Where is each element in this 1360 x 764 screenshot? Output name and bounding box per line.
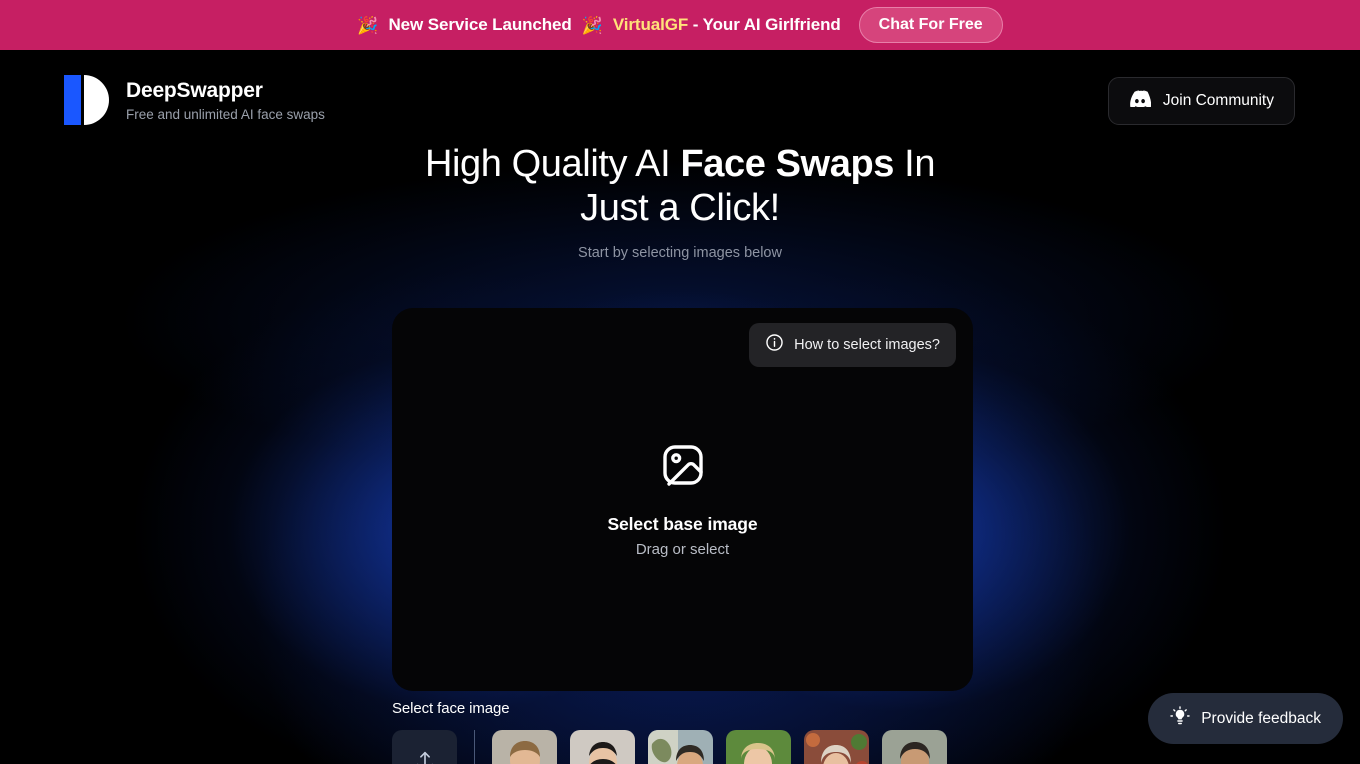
hero-subtitle: Start by selecting images below bbox=[578, 244, 782, 261]
how-to-select-images-label: How to select images? bbox=[794, 337, 940, 353]
deepswapper-logo-icon bbox=[64, 73, 110, 127]
face-thumb-5[interactable] bbox=[804, 730, 869, 764]
promo-text-after: - Your AI Girlfriend bbox=[692, 15, 841, 34]
face-thumbnail-list bbox=[392, 730, 947, 764]
chat-for-free-button[interactable]: Chat For Free bbox=[858, 7, 1003, 43]
logo-text: DeepSwapper Free and unlimited AI face s… bbox=[126, 78, 325, 121]
face-thumb-3[interactable] bbox=[648, 730, 713, 764]
brand-tagline: Free and unlimited AI face swaps bbox=[126, 106, 325, 122]
party-popper-icon-2: 🎉 bbox=[581, 15, 603, 35]
promo-brand-line: VirtualGF - Your AI Girlfriend bbox=[613, 15, 841, 35]
provide-feedback-button[interactable]: Provide feedback bbox=[1148, 693, 1343, 744]
face-thumb-1[interactable] bbox=[492, 730, 557, 764]
site-header: DeepSwapper Free and unlimited AI face s… bbox=[0, 50, 1360, 150]
lightbulb-icon bbox=[1170, 706, 1190, 731]
face-thumb-4[interactable] bbox=[726, 730, 791, 764]
promo-brand: VirtualGF bbox=[612, 15, 689, 34]
upload-face-tile[interactable] bbox=[392, 730, 457, 764]
image-placeholder-icon bbox=[659, 441, 707, 494]
face-thumb-2[interactable] bbox=[570, 730, 635, 764]
face-thumb-6[interactable] bbox=[882, 730, 947, 764]
base-image-dropzone-card[interactable]: Select base image Drag or select How to … bbox=[392, 308, 973, 691]
face-image-section: Select face image bbox=[392, 700, 947, 764]
hero-section: High Quality AI Face Swaps In Just a Cli… bbox=[0, 142, 1360, 261]
party-popper-icon: 🎉 bbox=[357, 15, 379, 35]
select-face-image-label: Select face image bbox=[392, 700, 510, 717]
provide-feedback-label: Provide feedback bbox=[1201, 709, 1321, 727]
page-title: High Quality AI Face Swaps In Just a Cli… bbox=[415, 142, 945, 231]
logo-d-shape bbox=[84, 75, 109, 125]
brand-name: DeepSwapper bbox=[126, 79, 263, 103]
upload-icon bbox=[414, 749, 436, 764]
thumbnail-divider bbox=[474, 730, 475, 764]
promo-text-before: New Service Launched bbox=[388, 15, 572, 34]
how-to-select-images-button[interactable]: How to select images? bbox=[749, 323, 956, 367]
logo[interactable]: DeepSwapper Free and unlimited AI face s… bbox=[64, 73, 325, 127]
info-circle-icon bbox=[765, 333, 784, 357]
page-root: 🎉 New Service Launched 🎉 VirtualGF - You… bbox=[0, 0, 1360, 764]
dropzone-title: Select base image bbox=[607, 514, 758, 534]
dropzone-hint: Drag or select bbox=[635, 541, 730, 558]
logo-bar bbox=[64, 75, 81, 125]
promo-banner: 🎉 New Service Launched 🎉 VirtualGF - You… bbox=[0, 0, 1360, 50]
